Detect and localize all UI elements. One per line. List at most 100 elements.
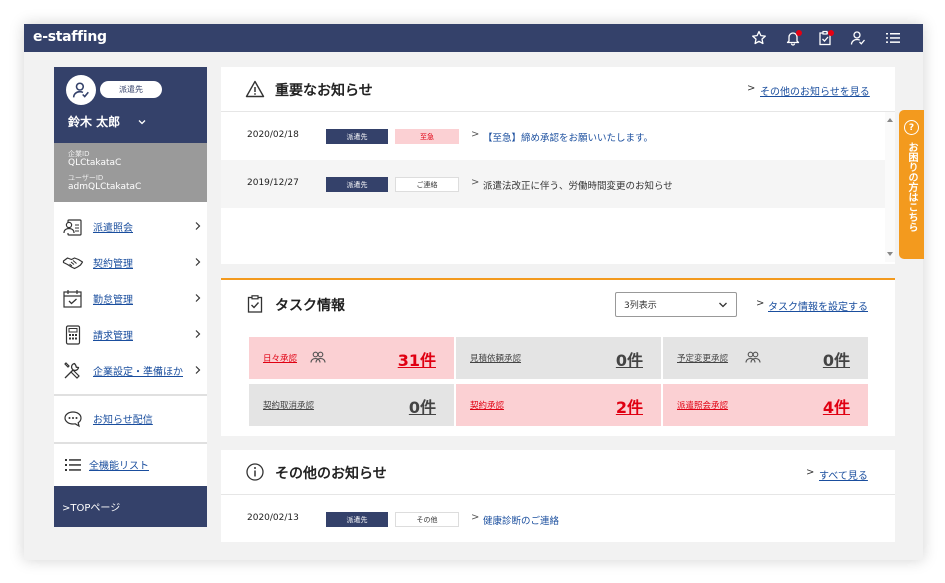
app-window: e-staffing 派遣先 鈴木 太郎 企業ID QLCtakataC ユーザ… <box>24 24 923 560</box>
important-notices-card: 重要なお知らせ > その他のお知らせを見る 2020/02/18 派遣先 至急 … <box>221 67 895 264</box>
star-icon[interactable] <box>749 28 769 48</box>
clipboard-check-icon <box>247 295 263 313</box>
task-count[interactable]: 0件 <box>616 347 643 371</box>
sidebar-item-attendance-management[interactable]: 勤怠管理 <box>54 280 207 316</box>
news-row[interactable]: 2020/02/13 派遣先 その他 > 健康診断のご連絡 <box>221 495 885 543</box>
contact-tag: ご連絡 <box>395 177 459 192</box>
speech-bubble-icon <box>64 411 82 428</box>
sidebar-item-label: 契約管理 <box>93 258 133 270</box>
task-count[interactable]: 4件 <box>823 394 850 418</box>
task-label: 日々承認 <box>263 354 298 364</box>
task-count[interactable]: 31件 <box>398 347 436 371</box>
see-all-link[interactable]: すべて見る <box>819 467 868 482</box>
divider <box>54 442 207 444</box>
user-id: admQLCtakataC <box>68 182 142 192</box>
other-tag: その他 <box>395 512 459 527</box>
user-name[interactable]: 鈴木 太郎 <box>68 113 120 130</box>
task-tile-schedule-change-approval[interactable]: 予定変更承認 0件 <box>663 337 868 379</box>
task-label: 契約承認 <box>470 401 505 411</box>
chevron-right-icon <box>195 222 201 230</box>
sidebar-item-billing-management[interactable]: 請求管理 <box>54 316 207 352</box>
sidebar-item-label: 勤怠管理 <box>93 294 133 306</box>
calculator-icon <box>65 325 81 345</box>
sidebar-item-label: 企業設定・準備ほか <box>93 366 183 378</box>
news-link[interactable]: 健康診断のご連絡 <box>483 513 559 527</box>
group-users-icon <box>745 351 761 363</box>
news-row[interactable]: 2020/02/18 派遣先 至急 > 【至急】締め承認をお願いいたします。 <box>221 112 885 160</box>
sidebar-item-notice-delivery[interactable]: お知らせ配信 <box>54 400 207 436</box>
scroll-up-icon[interactable] <box>887 118 893 122</box>
bell-icon[interactable] <box>783 28 803 48</box>
help-tab-label: お困りの方はこちら <box>906 142 917 232</box>
task-label: 派遣照会承認 <box>677 401 729 411</box>
sidebar-item-label: 派遣照会 <box>93 222 133 234</box>
chevron-right-icon <box>195 294 201 302</box>
chevron-down-icon <box>719 302 727 308</box>
news-link[interactable]: 【至急】締め承認をお願いいたします。 <box>483 130 653 144</box>
group-users-icon <box>310 351 326 363</box>
more-notices-link[interactable]: その他のお知らせを見る <box>760 83 870 98</box>
sidebar-item-label: お知らせ配信 <box>93 414 153 426</box>
clipboard-icon[interactable] <box>815 28 835 48</box>
task-info-title: タスク情報 <box>275 298 345 314</box>
task-label: 予定変更承認 <box>677 354 729 364</box>
column-display-select[interactable]: 3列表示 <box>615 292 737 317</box>
user-card: 派遣先 鈴木 太郎 <box>54 67 207 143</box>
chevron-right-icon <box>195 366 201 374</box>
news-date: 2020/02/18 <box>247 130 299 140</box>
help-tab[interactable]: ? お困りの方はこちら <box>899 110 924 259</box>
chevron-right-icon: > <box>747 83 756 94</box>
account-ids: 企業ID QLCtakataC ユーザーID admQLCtakataC <box>54 143 207 202</box>
task-label: 見積依頼承認 <box>470 354 522 364</box>
task-info-card: タスク情報 3列表示 > タスク情報を設定する 日々承認 31件 見積依頼承認 … <box>221 278 895 436</box>
avatar <box>66 75 96 105</box>
sidebar: 派遣先 鈴木 太郎 企業ID QLCtakataC ユーザーID admQLCt… <box>54 67 207 527</box>
question-icon: ? <box>904 120 919 135</box>
company-id: QLCtakataC <box>68 158 122 168</box>
task-tile-dispatch-inquiry-approval[interactable]: 派遣照会承認 4件 <box>663 384 868 426</box>
chevron-down-icon[interactable] <box>137 117 147 127</box>
task-tile-contract-cancel-approval[interactable]: 契約取消承認 0件 <box>249 384 454 426</box>
calendar-icon <box>63 290 82 308</box>
sidebar-item-dispatch-inquiry[interactable]: 派遣照会 <box>54 208 207 244</box>
top-page-link[interactable]: >TOPページ <box>54 486 207 527</box>
scrollbar[interactable] <box>885 112 895 262</box>
chevron-right-icon: > <box>471 129 480 140</box>
news-date: 2020/02/13 <box>247 513 299 523</box>
select-value: 3列表示 <box>624 301 657 311</box>
handshake-icon <box>62 257 84 270</box>
news-date: 2019/12/27 <box>247 178 299 188</box>
chevron-right-icon <box>195 330 201 338</box>
app-logo[interactable]: e-staffing <box>33 29 107 45</box>
bell-notification-dot <box>796 30 802 36</box>
important-notices-title: 重要なお知らせ <box>275 83 373 99</box>
task-tile-daily-approval[interactable]: 日々承認 31件 <box>249 337 454 379</box>
news-link[interactable]: 派遣法改正に伴う、労働時間変更のお知らせ <box>483 178 673 192</box>
category-tag: 派遣先 <box>326 177 388 192</box>
task-count[interactable]: 0件 <box>823 347 850 371</box>
scroll-down-icon[interactable] <box>887 252 893 256</box>
task-tile-estimate-request-approval[interactable]: 見積依頼承認 0件 <box>456 337 661 379</box>
task-settings-link[interactable]: タスク情報を設定する <box>768 298 868 313</box>
sidebar-item-all-functions[interactable]: 全機能リスト <box>54 446 207 482</box>
user-icon[interactable] <box>848 28 868 48</box>
tools-icon <box>64 362 80 379</box>
chevron-right-icon: > <box>471 512 480 523</box>
task-tile-contract-approval[interactable]: 契約承認 2件 <box>456 384 661 426</box>
warning-icon <box>245 80 265 98</box>
divider <box>54 394 207 396</box>
task-count[interactable]: 2件 <box>616 394 643 418</box>
task-label: 契約取消承認 <box>263 401 315 411</box>
menu-list-icon[interactable] <box>883 28 903 48</box>
sidebar-item-contract-management[interactable]: 契約管理 <box>54 244 207 280</box>
urgency-tag: 至急 <box>395 129 459 144</box>
category-tag: 派遣先 <box>326 129 388 144</box>
role-chip: 派遣先 <box>100 81 162 98</box>
list-icon <box>65 459 81 471</box>
staff-card-icon <box>63 219 82 236</box>
sidebar-item-company-settings[interactable]: 企業設定・準備ほか <box>54 352 207 388</box>
chevron-right-icon: > <box>806 467 815 478</box>
task-count[interactable]: 0件 <box>409 394 436 418</box>
other-notices-card: その他のお知らせ > すべて見る 2020/02/13 派遣先 その他 > 健康… <box>221 450 895 542</box>
news-row[interactable]: 2019/12/27 派遣先 ご連絡 > 派遣法改正に伴う、労働時間変更のお知ら… <box>221 160 885 208</box>
